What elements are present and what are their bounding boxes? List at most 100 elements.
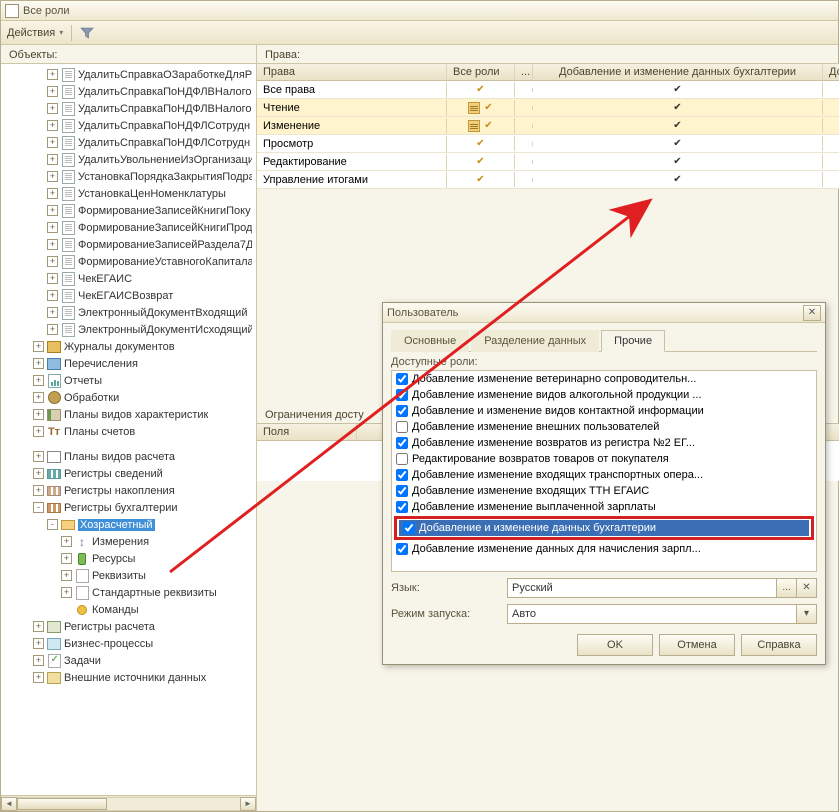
col-ellipsis[interactable]: ... [515, 64, 533, 80]
tree-item[interactable]: Команды [1, 601, 256, 618]
tree-item[interactable]: +УдалитьСправкаПоНДФЛВНалого [1, 83, 256, 100]
expand-icon[interactable]: + [47, 188, 58, 199]
expand-icon[interactable]: + [47, 290, 58, 301]
expand-icon[interactable]: + [33, 672, 44, 683]
role-item[interactable]: Добавление изменение ветеринарно сопрово… [392, 371, 816, 387]
role-cell[interactable]: ✔ [533, 154, 823, 169]
expand-icon[interactable]: + [33, 392, 44, 403]
tree-item[interactable]: +ФормированиеЗаписейРаздела7Д [1, 236, 256, 253]
tree-item[interactable]: +УдалитьУвольнениеИзОрганизаци [1, 151, 256, 168]
roles-list[interactable]: Добавление изменение ветеринарно сопрово… [391, 370, 817, 572]
expand-icon[interactable]: + [61, 570, 72, 581]
scroll-left-button[interactable]: ◄ [1, 797, 17, 811]
role-checkbox[interactable] [396, 453, 408, 465]
rights-row[interactable]: Редактирование✔✔ [257, 153, 839, 171]
expand-icon[interactable]: + [61, 536, 72, 547]
help-button[interactable]: Справка [741, 634, 817, 656]
allroles-cell[interactable]: ✔ [447, 118, 515, 134]
mode-field[interactable]: Авто ▾ [507, 604, 817, 624]
tree-item[interactable]: +Реквизиты [1, 567, 256, 584]
expand-icon[interactable]: + [47, 154, 58, 165]
rights-row[interactable]: Чтение✔✔ [257, 99, 839, 117]
expand-icon[interactable]: + [47, 324, 58, 335]
rights-row[interactable]: Просмотр✔✔ [257, 135, 839, 153]
tree-item[interactable]: +Стандартные реквизиты [1, 584, 256, 601]
cancel-button[interactable]: Отмена [659, 634, 735, 656]
tree-item[interactable]: +ЭлектронныйДокументВходящий [1, 304, 256, 321]
role-checkbox[interactable] [396, 437, 408, 449]
allroles-cell[interactable]: ✔ [447, 100, 515, 116]
role-item[interactable]: Добавление изменение внешних пользовател… [392, 419, 816, 435]
role-checkbox[interactable] [396, 421, 408, 433]
expand-icon[interactable]: + [47, 103, 58, 114]
scroll-right-button[interactable]: ► [240, 797, 256, 811]
tree-item[interactable]: +УдалитьСправкаОЗаработкеДляРа [1, 66, 256, 83]
allroles-cell[interactable]: ✔ [447, 136, 515, 151]
mode-dropdown-button[interactable]: ▾ [796, 605, 816, 623]
collapse-icon[interactable]: - [33, 502, 44, 513]
role-item[interactable]: Добавление изменение данных для начислен… [392, 541, 816, 557]
dialog-titlebar[interactable]: Пользователь ✕ [383, 303, 825, 323]
tree-item[interactable]: +УдалитьСправкаПоНДФЛСотрудн [1, 134, 256, 151]
expand-icon[interactable]: + [47, 222, 58, 233]
tree[interactable]: +УдалитьСправкаОЗаработкеДляРа+УдалитьСп… [1, 63, 256, 795]
role-checkbox[interactable] [396, 469, 408, 481]
lang-select-button[interactable]: ... [776, 579, 796, 597]
expand-icon[interactable]: + [33, 358, 44, 369]
tab-other[interactable]: Прочие [601, 330, 665, 352]
tab-data-split[interactable]: Разделение данных [471, 330, 599, 352]
role-cell[interactable]: ✔ [533, 100, 823, 115]
role-item[interactable]: Добавление изменение выплаченной зарплат… [392, 499, 816, 515]
role-checkbox[interactable] [396, 485, 408, 497]
tree-item[interactable]: +ЧекЕГАИС [1, 270, 256, 287]
expand-icon[interactable]: + [33, 341, 44, 352]
expand-icon[interactable]: + [33, 375, 44, 386]
role-checkbox[interactable] [396, 405, 408, 417]
tree-item[interactable]: +Планы видов характеристик [1, 406, 256, 423]
expand-icon[interactable]: + [33, 485, 44, 496]
access-col-fields[interactable]: Поля [257, 424, 357, 440]
expand-icon[interactable]: + [47, 205, 58, 216]
col-rights[interactable]: Права [257, 64, 447, 80]
expand-icon[interactable]: + [61, 587, 72, 598]
tree-item[interactable]: +Ресурсы [1, 550, 256, 567]
allroles-cell[interactable]: ✔ [447, 154, 515, 169]
expand-icon[interactable]: + [47, 256, 58, 267]
collapse-icon[interactable]: - [47, 519, 58, 530]
tree-item[interactable]: -Хозрасчетный [1, 516, 256, 533]
hscrollbar[interactable]: ◄ ► [1, 795, 256, 811]
tree-item[interactable]: +Задачи [1, 652, 256, 669]
allroles-cell[interactable]: ✔ [447, 172, 515, 187]
role-item[interactable]: Добавление изменение входящих ТТН ЕГАИС [392, 483, 816, 499]
role-item[interactable]: Добавление изменение видов алкогольной п… [392, 387, 816, 403]
tree-item[interactable]: +Обработки [1, 389, 256, 406]
expand-icon[interactable]: + [33, 638, 44, 649]
role-cell[interactable]: ✔ [533, 118, 823, 133]
tree-item[interactable]: +Бизнес-процессы [1, 635, 256, 652]
tree-item[interactable]: +ФормированиеУставногоКапитала [1, 253, 256, 270]
col-role[interactable]: Добавление и изменение данных бухгалтери… [533, 64, 823, 80]
role-checkbox[interactable] [396, 543, 408, 555]
close-button[interactable]: ✕ [803, 305, 821, 321]
role-checkbox[interactable] [396, 389, 408, 401]
tab-main[interactable]: Основные [391, 330, 469, 352]
tree-item[interactable]: +ФормированиеЗаписейКнигиПоку [1, 202, 256, 219]
expand-icon[interactable]: + [47, 137, 58, 148]
scroll-track[interactable] [17, 797, 240, 811]
rights-row[interactable]: Управление итогами✔✔ [257, 171, 839, 189]
tree-item[interactable]: -Регистры бухгалтерии [1, 499, 256, 516]
role-checkbox[interactable] [396, 501, 408, 513]
expand-icon[interactable]: + [47, 239, 58, 250]
expand-icon[interactable]: + [33, 451, 44, 462]
expand-icon[interactable]: + [33, 655, 44, 666]
expand-icon[interactable]: + [47, 273, 58, 284]
col-allroles[interactable]: Все роли [447, 64, 515, 80]
expand-icon[interactable]: + [61, 553, 72, 564]
role-checkbox[interactable] [396, 373, 408, 385]
tree-item[interactable]: +Планы видов расчета [1, 448, 256, 465]
role-cell[interactable]: ✔ [533, 172, 823, 187]
lang-clear-button[interactable]: ✕ [796, 579, 816, 597]
expand-icon[interactable]: + [47, 86, 58, 97]
tree-item[interactable]: +ЧекЕГАИСВозврат [1, 287, 256, 304]
role-item[interactable]: Добавление и изменение данных бухгалтери… [399, 520, 809, 536]
